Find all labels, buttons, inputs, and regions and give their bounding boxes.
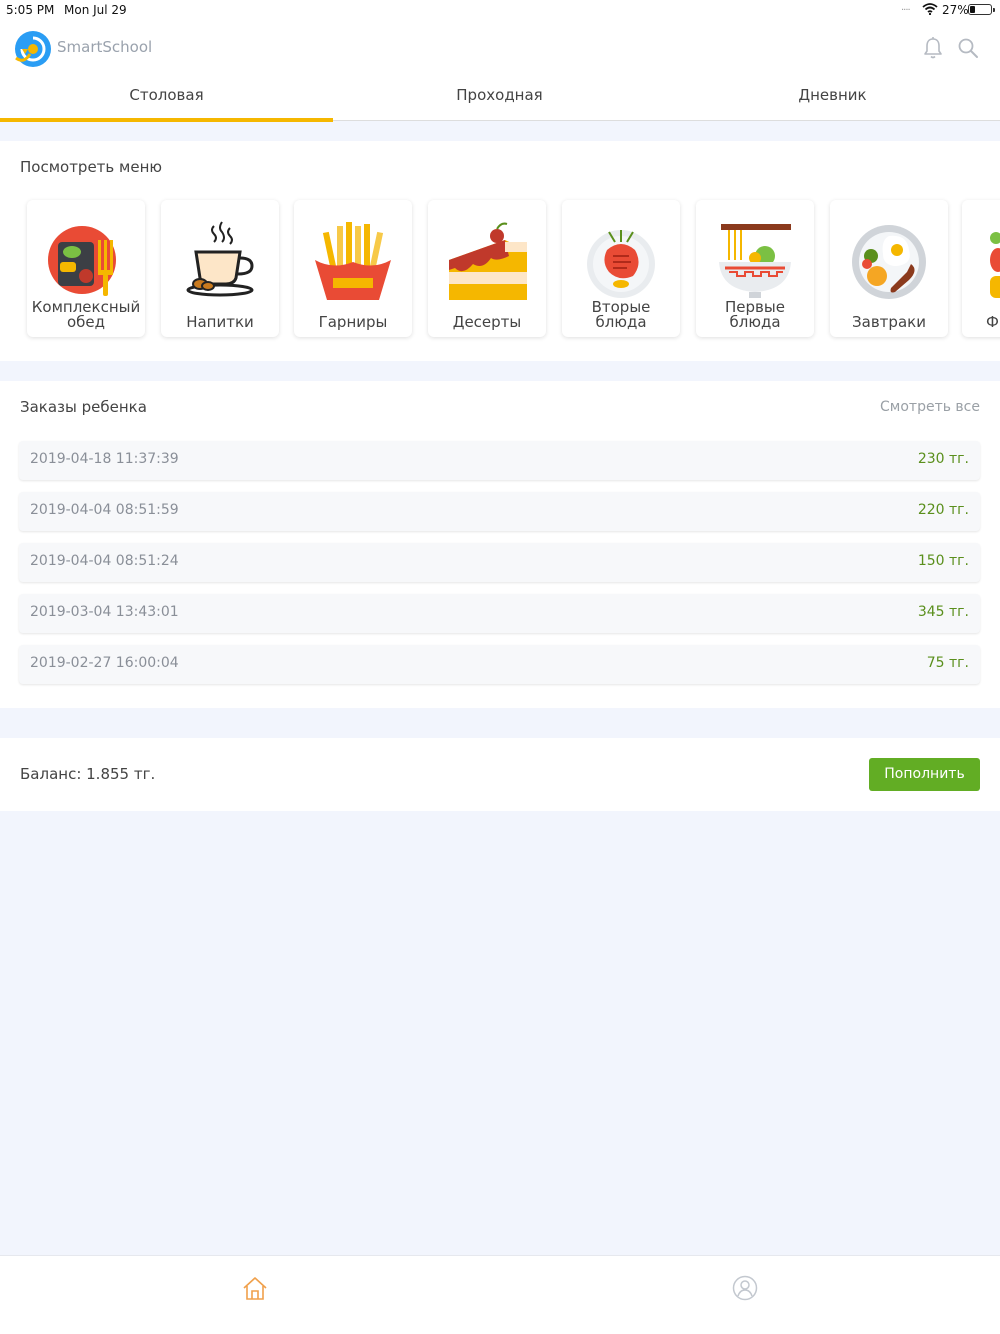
menu-category-label: Завтраки — [852, 313, 926, 331]
smartschool-logo — [15, 31, 51, 67]
order-amount: 220 тг. — [917, 502, 969, 518]
cake-icon — [449, 222, 527, 300]
battery-percent: 27% — [942, 3, 969, 17]
menu-category-label: Комплексный обед — [31, 298, 141, 331]
wifi-icon — [922, 3, 938, 15]
tab-prohodnaya[interactable]: Проходная — [333, 72, 666, 120]
order-amount: 150 тг. — [917, 553, 969, 569]
status-date: Mon Jul 29 — [64, 3, 127, 17]
menu-category-breakfast[interactable]: Завтраки — [830, 200, 948, 337]
search-icon[interactable] — [957, 37, 979, 59]
order-amount: 230 тг. — [917, 451, 969, 467]
tab-label: Дневник — [798, 86, 867, 104]
balance-text: Баланс: 1.855 тг. — [20, 765, 156, 783]
menu-category-label: Гарниры — [318, 313, 388, 331]
menu-category-label: Вторые блюда — [591, 298, 651, 331]
notification-bell-icon[interactable] — [922, 36, 944, 60]
balance-section: Баланс: 1.855 тг. Пополнить — [0, 738, 1000, 811]
home-icon[interactable] — [242, 1275, 268, 1301]
complex-lunch-icon — [48, 226, 116, 296]
menu-category-first-dishes[interactable]: Первые блюда — [696, 200, 814, 337]
app-header: SmartSchool — [0, 22, 1000, 72]
tab-stolovaya[interactable]: Столовая — [0, 72, 333, 122]
profile-icon[interactable] — [732, 1275, 758, 1301]
coffee-cup-icon — [186, 221, 254, 297]
order-datetime: 2019-04-04 08:51:24 — [30, 553, 179, 569]
app-brand-name: SmartSchool — [57, 38, 153, 56]
order-datetime: 2019-04-18 11:37:39 — [30, 451, 179, 467]
menu-category-desserts[interactable]: Десерты — [428, 200, 546, 337]
order-row[interactable]: 2019-03-04 13:43:01 345 тг. — [19, 594, 980, 633]
order-amount: 345 тг. — [917, 604, 969, 620]
cellular-signal-icon: .... — [901, 2, 911, 13]
main-tabs: Столовая Проходная Дневник — [0, 72, 1000, 122]
tab-label: Столовая — [129, 86, 204, 104]
main-dish-icon — [587, 230, 655, 298]
menu-category-label: Ф — [986, 313, 999, 331]
fries-icon — [315, 222, 391, 300]
order-datetime: 2019-03-04 13:43:01 — [30, 604, 179, 620]
breakfast-icon — [852, 225, 926, 299]
bottom-nav — [0, 1255, 1000, 1334]
order-row[interactable]: 2019-04-18 11:37:39 230 тг. — [19, 441, 980, 480]
order-datetime: 2019-04-04 08:51:59 — [30, 502, 179, 518]
status-time: 5:05 PM — [6, 3, 55, 17]
order-row[interactable]: 2019-04-04 08:51:24 150 тг. — [19, 543, 980, 582]
menu-category-label: Первые блюда — [725, 298, 785, 331]
top-up-button[interactable]: Пополнить — [869, 758, 980, 791]
menu-category-vegetables[interactable]: Ф — [962, 200, 1000, 337]
see-all-orders-link[interactable]: Смотреть все — [880, 399, 980, 415]
battery-icon — [968, 4, 995, 15]
orders-section-title: Заказы ребенка — [20, 398, 147, 416]
menu-category-label: Десерты — [452, 313, 522, 331]
menu-category-garnish[interactable]: Гарниры — [294, 200, 412, 337]
menu-section-title: Посмотреть меню — [20, 158, 163, 176]
soup-icon — [719, 224, 791, 298]
menu-category-label: Напитки — [186, 313, 254, 331]
status-bar: 5:05 PM Mon Jul 29 .... 27% — [0, 0, 1000, 22]
order-amount: 75 тг. — [926, 655, 969, 671]
menu-category-drinks[interactable]: Напитки — [161, 200, 279, 337]
tab-dnevnik[interactable]: Дневник — [666, 72, 999, 120]
menu-category-main-dishes[interactable]: Вторые блюда — [562, 200, 680, 337]
menu-category-complex-lunch[interactable]: Комплексный обед — [27, 200, 145, 337]
vegetables-icon — [990, 232, 1000, 298]
tab-label: Проходная — [456, 86, 543, 104]
order-datetime: 2019-02-27 16:00:04 — [30, 655, 179, 671]
order-row[interactable]: 2019-02-27 16:00:04 75 тг. — [19, 645, 980, 684]
battery-fill — [970, 6, 975, 13]
order-row[interactable]: 2019-04-04 08:51:59 220 тг. — [19, 492, 980, 531]
